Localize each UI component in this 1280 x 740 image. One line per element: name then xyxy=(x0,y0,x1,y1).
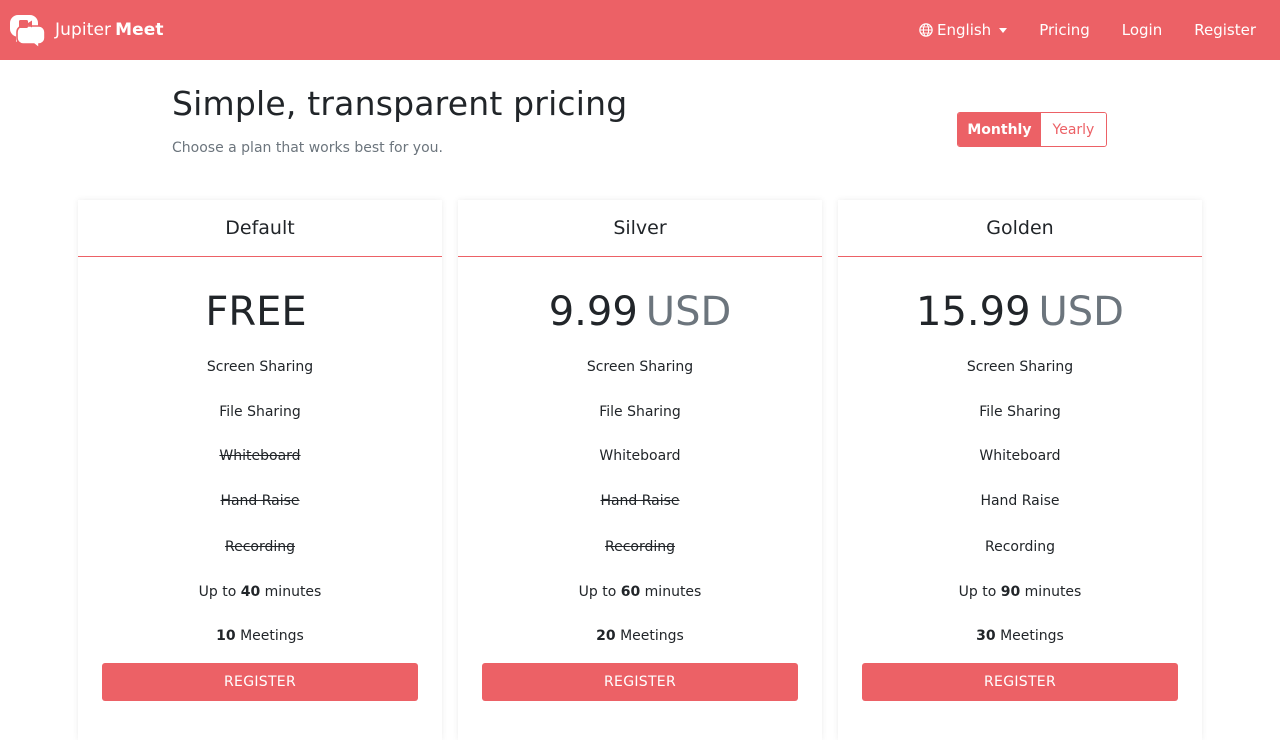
feature-item: Screen Sharing xyxy=(586,359,694,375)
minutes-suffix: minutes xyxy=(1024,584,1082,600)
page-subtitle: Choose a plan that works best for you. xyxy=(172,140,443,156)
register-button[interactable]: REGISTER xyxy=(862,663,1178,701)
minutes-limit: Up to 40 minutes xyxy=(78,582,442,602)
chat-video-logo-icon xyxy=(10,15,46,48)
price-amount: FREE xyxy=(205,289,307,335)
feature-item: Whiteboard xyxy=(599,448,681,464)
plan-card-silver: Silver 9.99 USD Screen Sharing File Shari… xyxy=(458,200,822,740)
brand-name-part2: Meet xyxy=(115,20,164,40)
brand-link[interactable]: Jupiter Meet xyxy=(10,12,164,48)
plan-card-default: Default FREE Screen Sharing File Sharing… xyxy=(78,200,442,740)
feature-item: Recording xyxy=(984,539,1056,555)
meetings-suffix: Meetings xyxy=(1000,628,1064,644)
feature-item: Whiteboard xyxy=(979,448,1061,464)
meetings-value: 20 xyxy=(596,628,616,644)
feature-item: Screen Sharing xyxy=(966,359,1074,375)
nav-pricing-link[interactable]: Pricing xyxy=(1023,0,1106,60)
language-dropdown[interactable]: English xyxy=(903,0,1023,60)
minutes-suffix: minutes xyxy=(264,584,322,600)
register-button[interactable]: REGISTER xyxy=(102,663,418,701)
meetings-suffix: Meetings xyxy=(240,628,304,644)
feature-item: File Sharing xyxy=(979,404,1061,420)
price-amount: 9.99 xyxy=(548,289,638,335)
minutes-limit: Up to 60 minutes xyxy=(458,582,822,602)
feature-item: Recording xyxy=(604,539,676,555)
register-button[interactable]: REGISTER xyxy=(482,663,798,701)
plan-price: 9.99 USD xyxy=(458,288,822,336)
minutes-limit: Up to 90 minutes xyxy=(838,582,1202,602)
feature-item: Hand Raise xyxy=(220,493,300,509)
plan-card-golden: Golden 15.99 USD Screen Sharing File Shar… xyxy=(838,200,1202,740)
plan-name: Golden xyxy=(838,200,1202,257)
minutes-value: 40 xyxy=(240,584,261,600)
plan-price: FREE xyxy=(78,288,442,336)
minutes-prefix: Up to xyxy=(578,584,617,600)
monthly-toggle-button[interactable]: Monthly xyxy=(958,113,1041,146)
nav-login-link[interactable]: Login xyxy=(1106,0,1178,60)
plan-name: Silver xyxy=(458,200,822,257)
meetings-value: 10 xyxy=(216,628,236,644)
minutes-prefix: Up to xyxy=(958,584,997,600)
plan-name: Default xyxy=(78,200,442,257)
plan-price: 15.99 USD xyxy=(838,288,1202,336)
caret-down-icon xyxy=(999,28,1008,33)
feature-item: File Sharing xyxy=(219,404,301,420)
minutes-value: 60 xyxy=(620,584,641,600)
feature-item: File Sharing xyxy=(599,404,681,420)
brand-name-part1: Jupiter xyxy=(55,20,112,40)
billing-period-toggle: Monthly Yearly xyxy=(957,112,1107,147)
meetings-limit: 30 Meetings xyxy=(838,626,1202,646)
language-label: English xyxy=(937,21,992,39)
page-title: Simple, transparent pricing xyxy=(172,84,628,123)
price-amount: 15.99 xyxy=(916,289,1031,335)
nav-links: English Pricing Login Register xyxy=(903,0,1280,60)
globe-icon xyxy=(919,23,933,37)
feature-item: Whiteboard xyxy=(219,448,301,464)
minutes-suffix: minutes xyxy=(644,584,702,600)
meetings-value: 30 xyxy=(976,628,996,644)
brand-name: Jupiter Meet xyxy=(55,20,164,40)
meetings-limit: 20 Meetings xyxy=(458,626,822,646)
nav-register-link[interactable]: Register xyxy=(1178,0,1280,60)
meetings-suffix: Meetings xyxy=(620,628,684,644)
top-navbar: Jupiter Meet English Pricing Login Regist… xyxy=(0,0,1280,60)
price-currency: USD xyxy=(1038,289,1124,335)
feature-item: Hand Raise xyxy=(600,493,680,509)
minutes-value: 90 xyxy=(1000,584,1021,600)
meetings-limit: 10 Meetings xyxy=(78,626,442,646)
feature-item: Screen Sharing xyxy=(206,359,314,375)
minutes-prefix: Up to xyxy=(198,584,237,600)
price-currency: USD xyxy=(645,289,732,335)
yearly-toggle-button[interactable]: Yearly xyxy=(1040,113,1106,146)
feature-item: Hand Raise xyxy=(980,493,1060,509)
feature-item: Recording xyxy=(224,539,296,555)
